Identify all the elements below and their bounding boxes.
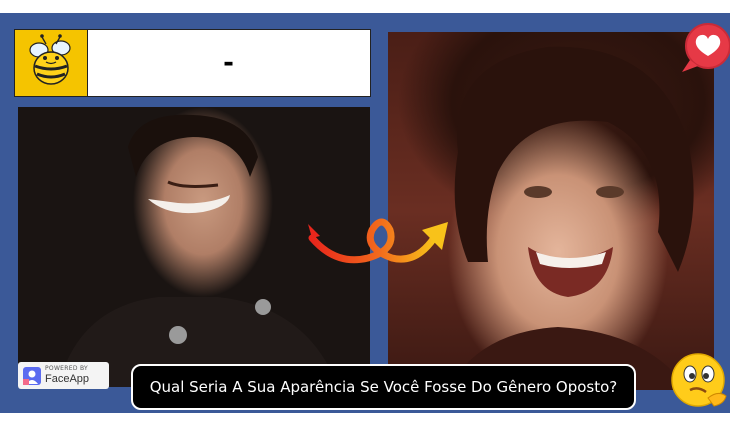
caption-text: Qual Seria A Sua Aparência Se Você Fosse… [149, 378, 618, 396]
heart-badge-icon [682, 23, 730, 72]
page-title: - [223, 48, 234, 78]
faceapp-badge: POWERED BY FaceApp [18, 362, 109, 389]
header-bar: - [14, 29, 371, 97]
powered-by-label: POWERED BY [45, 365, 89, 372]
bee-logo-icon [15, 30, 88, 96]
faceapp-logo-icon [23, 366, 41, 385]
thinking-emoji-icon [671, 353, 727, 407]
faceapp-brand-label: FaceApp [45, 373, 90, 385]
question-caption: Qual Seria A Sua Aparência Se Você Fosse… [131, 364, 636, 410]
curly-arrow-icon [308, 218, 448, 264]
